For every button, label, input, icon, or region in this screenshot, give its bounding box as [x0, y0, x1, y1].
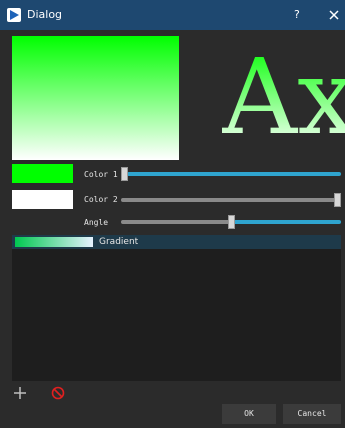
list-item-label: Gradient [99, 237, 139, 247]
gradient-text-preview: Ax [222, 42, 345, 152]
color1-label: Color 1 [84, 170, 118, 179]
color1-slider[interactable] [121, 167, 341, 181]
color1-swatch[interactable] [12, 164, 73, 183]
angle-label: Angle [84, 218, 109, 227]
ok-button[interactable]: OK [222, 404, 276, 424]
gradient-thumbnail [15, 237, 93, 247]
gradient-list[interactable]: Gradient [12, 235, 341, 381]
gradient-preview-box [12, 36, 179, 160]
angle-slider-handle[interactable] [228, 215, 235, 229]
app-logo-icon [7, 8, 21, 22]
help-button[interactable]: ? [294, 8, 300, 22]
close-icon[interactable] [328, 7, 340, 21]
color2-swatch[interactable] [12, 190, 73, 209]
title-bar: Dialog ? [0, 0, 345, 30]
color1-slider-handle[interactable] [121, 167, 128, 181]
cancel-button[interactable]: Cancel [283, 404, 341, 424]
color2-label: Color 2 [84, 195, 118, 204]
color2-slider[interactable] [121, 193, 341, 207]
angle-slider[interactable] [121, 215, 341, 229]
plus-icon[interactable] [12, 385, 28, 401]
prohibited-icon[interactable] [50, 385, 66, 401]
list-item-gradient[interactable]: Gradient [12, 235, 341, 249]
color2-slider-handle[interactable] [334, 193, 341, 207]
window-title: Dialog [27, 8, 63, 21]
